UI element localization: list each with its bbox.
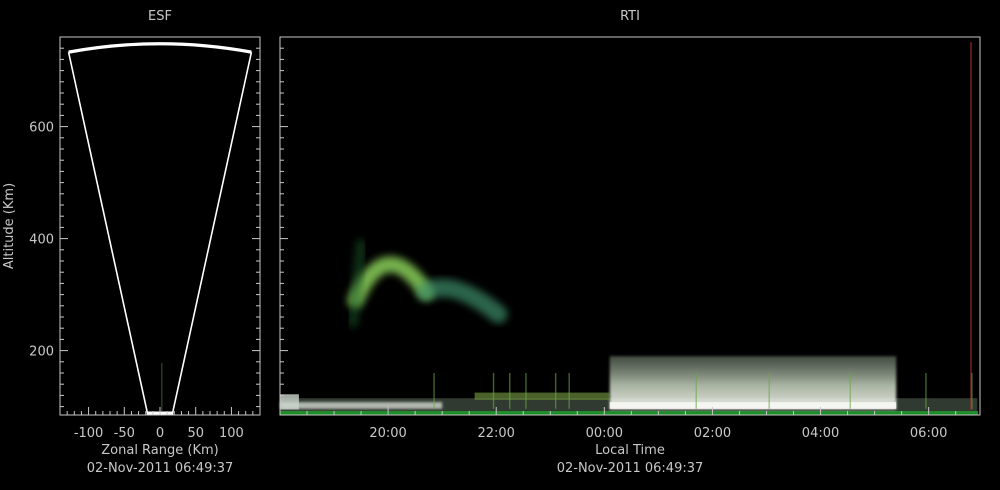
- esf-x-tick-label: -50: [114, 426, 135, 441]
- figure: ESF -100 -50 0 50 100 200 400 600 Zonal Range …: [2, 9, 981, 476]
- rti-x-tick-label: 04:00: [802, 426, 839, 441]
- esf-beam-cone: [67, 42, 253, 416]
- esf-y-tick-label: 600: [29, 121, 54, 136]
- esf-y-tick-label: 400: [29, 233, 54, 248]
- esf-plot-frame: [59, 36, 261, 416]
- rti-x-tick-label: 22:00: [477, 426, 514, 441]
- esf-cone-right-edge: [171, 51, 253, 416]
- esf-cone-top-arc: [68, 42, 252, 54]
- rti-precursor-band: [474, 392, 610, 400]
- esf-y-axis: 200 400 600: [29, 47, 260, 408]
- rti-bottomside-bright: [609, 402, 897, 409]
- rti-x-axis-label: Local Time: [595, 443, 665, 458]
- rti-low-band-bright: [280, 402, 443, 409]
- esf-x-axis-label: Zonal Range (Km): [101, 443, 218, 458]
- rti-ground-band: [280, 411, 978, 415]
- esf-x-tick-label: 50: [187, 426, 204, 441]
- rti-timestamp: 02-Nov-2011 06:49:37: [557, 461, 704, 476]
- esf-x-tick-label: -100: [74, 426, 104, 441]
- esf-title: ESF: [148, 9, 172, 24]
- rti-x-tick-label: 06:00: [910, 426, 947, 441]
- rti-x-tick-label: 02:00: [694, 426, 731, 441]
- rti-title: RTI: [620, 9, 640, 24]
- esf-x-axis: -100 -50 0 50 100: [66, 407, 254, 441]
- rti-start-strip: [280, 394, 299, 410]
- esf-x-tick-label: 0: [156, 426, 164, 441]
- esf-y-tick-label: 200: [29, 345, 54, 360]
- rti-x-tick-label: 20:00: [369, 426, 406, 441]
- esf-cone-left-edge: [67, 51, 149, 416]
- rti-bottomside-layer: [609, 356, 897, 410]
- rti-echo-map: [280, 38, 979, 415]
- rti-x-tick-label: 00:00: [586, 426, 623, 441]
- esf-x-tick-label: 100: [219, 426, 244, 441]
- esf-y-axis-label: Altitude (Km): [2, 183, 17, 269]
- esf-timestamp: 02-Nov-2011 06:49:37: [87, 461, 234, 476]
